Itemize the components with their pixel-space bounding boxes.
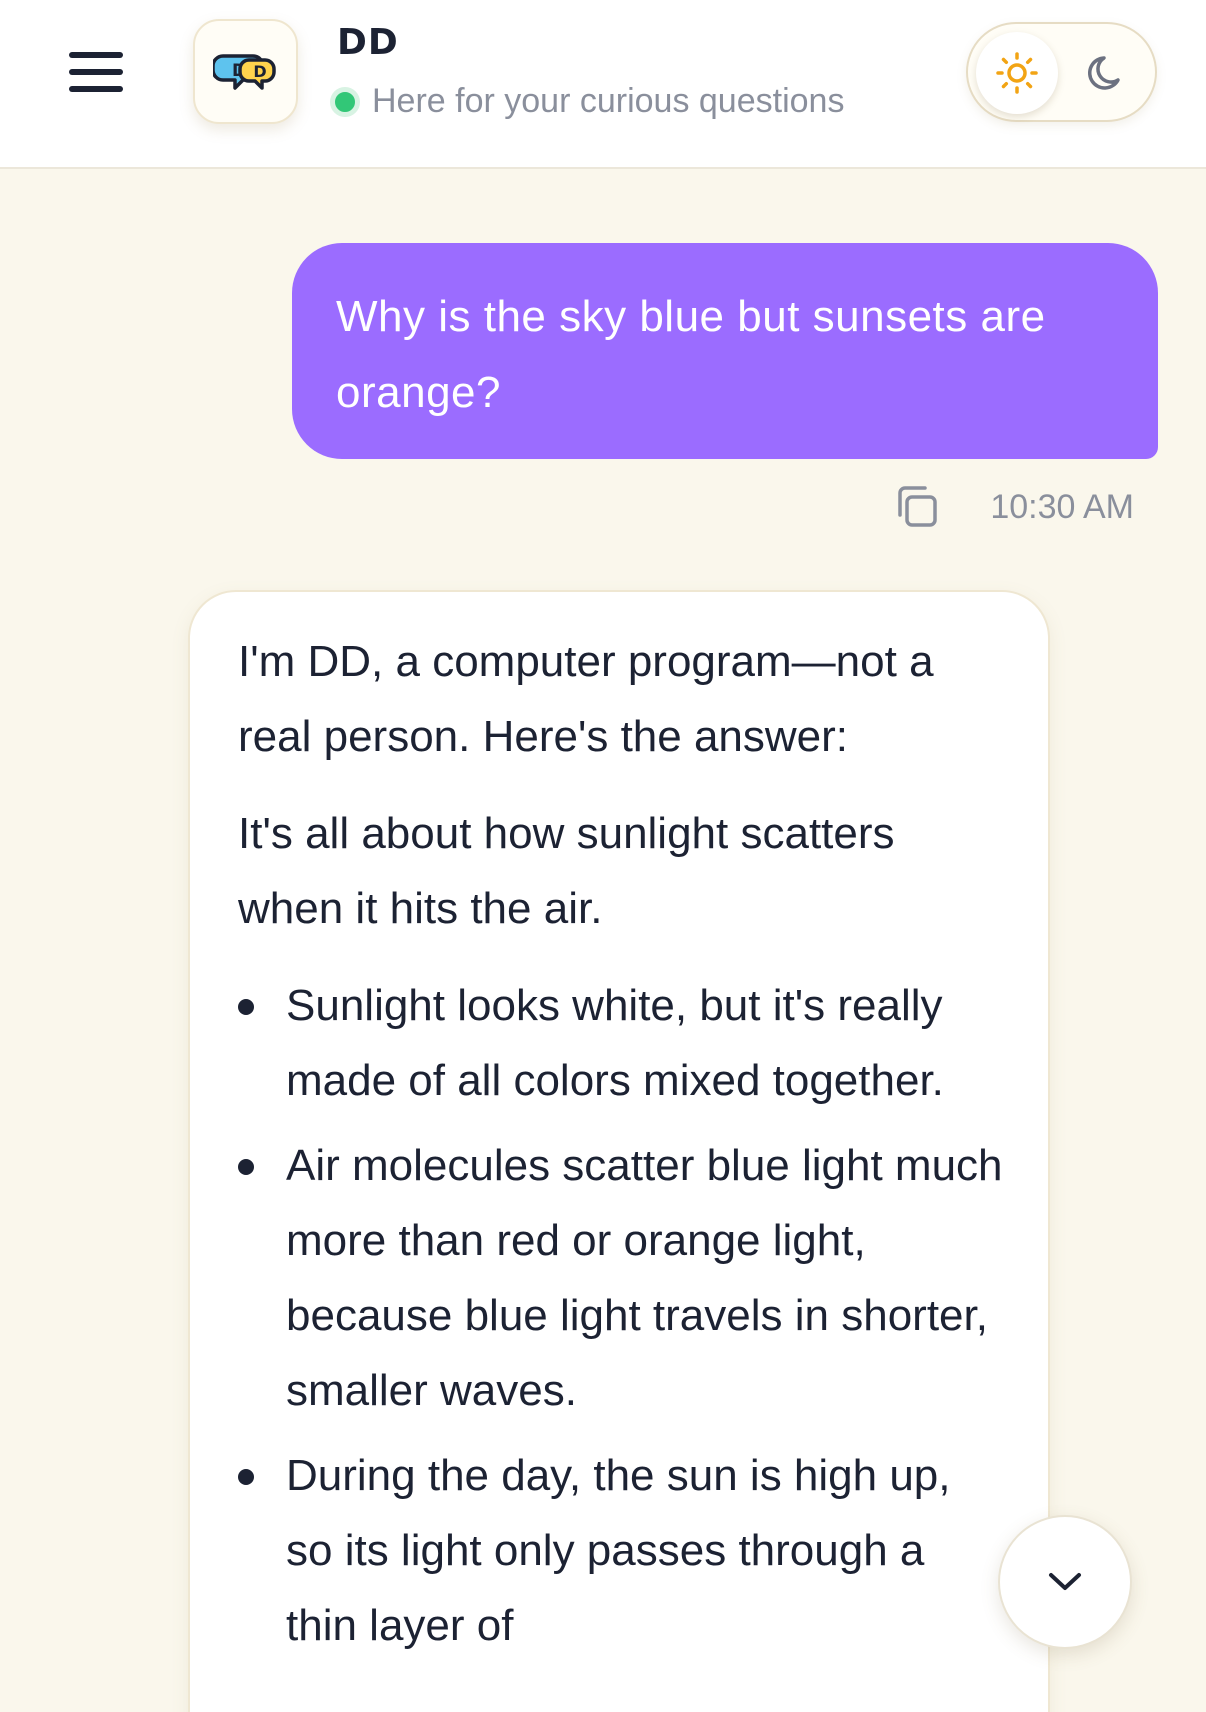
- bot-bullet-list: Sunlight looks white, but it's really ma…: [238, 968, 1004, 1663]
- chevron-down-icon: [1049, 1573, 1081, 1590]
- online-status-dot: [330, 86, 360, 117]
- list-item: During the day, the sun is high up, so i…: [238, 1438, 1004, 1663]
- sun-icon[interactable]: [976, 32, 1058, 114]
- bot-intro-text: I'm DD, a computer program—not a real pe…: [238, 637, 934, 761]
- user-message-text: Why is the sky blue but sunsets are oran…: [336, 292, 1046, 417]
- hamburger-menu-icon[interactable]: [60, 42, 132, 102]
- copy-icon[interactable]: [894, 483, 942, 531]
- message-timestamp: 10:30 AM: [990, 487, 1134, 526]
- svg-text:D: D: [253, 62, 266, 81]
- dd-logo-icon: D D: [193, 19, 298, 124]
- scroll-down-button[interactable]: [998, 1515, 1132, 1649]
- app-title: DD: [337, 22, 399, 63]
- moon-icon[interactable]: [1066, 32, 1148, 114]
- app-subtitle: Here for your curious questions: [372, 82, 845, 120]
- user-message-bubble: Why is the sky blue but sunsets are oran…: [292, 243, 1158, 459]
- chat-app: D D DD Here for your curious questions: [0, 0, 1206, 1712]
- list-item: Air molecules scatter blue light much mo…: [238, 1128, 1004, 1428]
- bot-message-bubble: I'm DD, a computer program—not a real pe…: [188, 590, 1050, 1712]
- bot-lead-text: It's all about how sunlight scatters whe…: [238, 809, 895, 933]
- theme-toggle[interactable]: [966, 22, 1157, 122]
- app-header: D D DD Here for your curious questions: [0, 0, 1206, 169]
- list-item: Sunlight looks white, but it's really ma…: [238, 968, 1004, 1118]
- message-meta: 10:30 AM: [894, 483, 1134, 531]
- chat-thread[interactable]: Why is the sky blue but sunsets are oran…: [0, 171, 1206, 1712]
- status-row: Here for your curious questions: [330, 82, 844, 121]
